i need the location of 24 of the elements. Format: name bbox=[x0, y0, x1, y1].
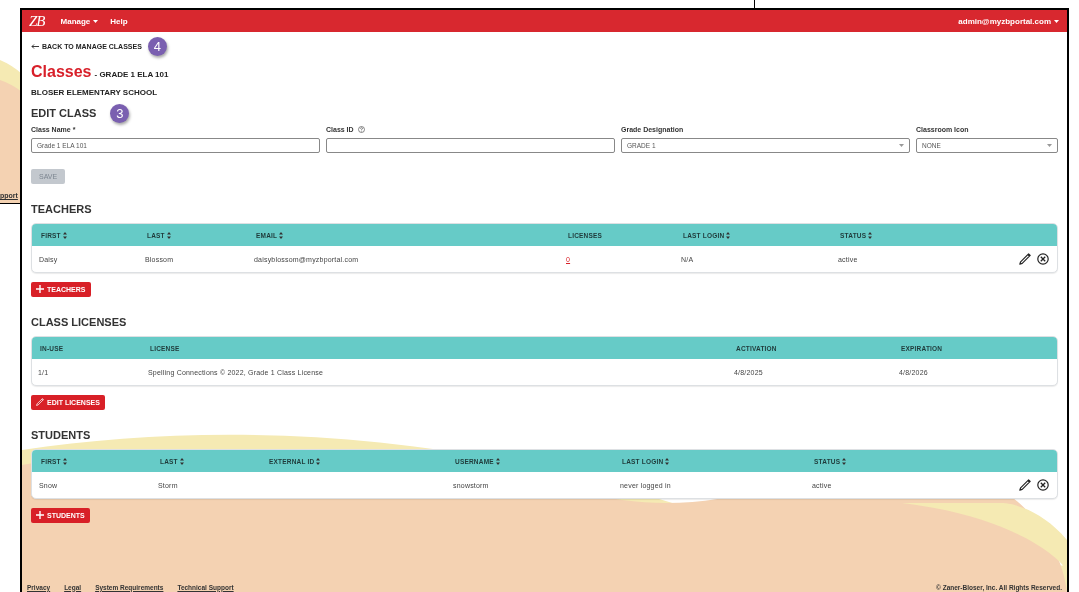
edit-icon[interactable] bbox=[1019, 253, 1031, 265]
section-heading: TEACHERS bbox=[31, 203, 93, 215]
pencil-icon bbox=[36, 398, 44, 406]
remove-icon[interactable] bbox=[1037, 253, 1049, 265]
menu-item[interactable]: Help bbox=[110, 16, 128, 26]
page-title: Classes bbox=[31, 63, 92, 81]
edit-icon[interactable] bbox=[1019, 479, 1031, 491]
plus-icon bbox=[36, 511, 44, 519]
caret-icon bbox=[899, 144, 904, 147]
section-heading: STUDENTS bbox=[31, 429, 92, 441]
school-name: BLOSER ELEMENTARY SCHOOL bbox=[31, 88, 159, 97]
step-badge: 4 bbox=[147, 36, 167, 56]
step-badge: 3 bbox=[110, 103, 130, 123]
menu-item[interactable]: Manage bbox=[60, 16, 99, 26]
logo[interactable]: ZB bbox=[29, 12, 45, 30]
input-field[interactable] bbox=[326, 138, 615, 153]
user-menu[interactable]: admin@myzbportal.com bbox=[958, 16, 1059, 26]
caret-icon bbox=[1047, 144, 1052, 147]
section-heading: CLASS LICENSES bbox=[31, 316, 128, 328]
class-subtitle: - GRADE 1 ELA 101 bbox=[94, 70, 169, 79]
section-heading: EDIT CLASS bbox=[31, 107, 97, 119]
remove-icon[interactable] bbox=[1037, 479, 1049, 491]
arrow-left-icon bbox=[31, 43, 39, 49]
plus-icon bbox=[36, 285, 44, 293]
